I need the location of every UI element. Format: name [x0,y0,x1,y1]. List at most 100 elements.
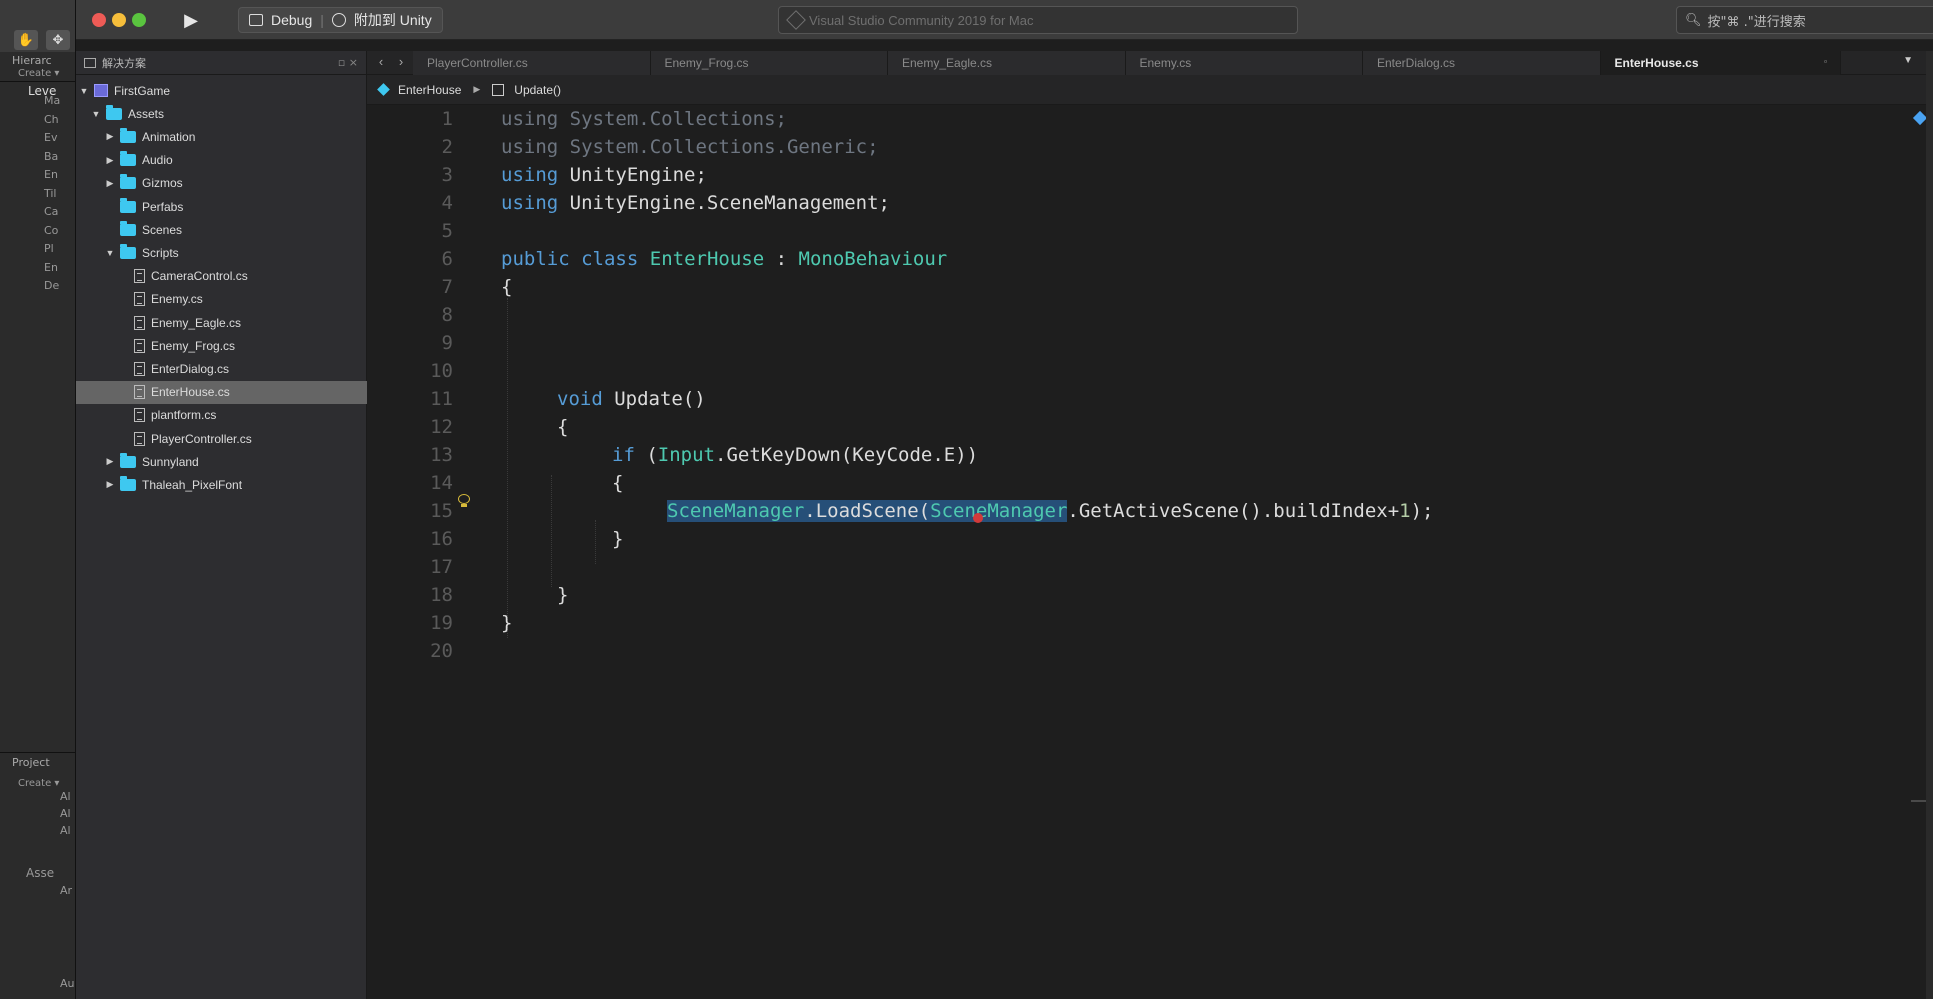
code-line-6: public class EnterHouse : MonoBehaviour [501,248,948,270]
tab-overflow-icon[interactable]: ▼ [1903,55,1913,66]
tree-item-firstgame[interactable]: ▼ FirstGame [76,79,367,102]
indent-guide [507,298,508,638]
hierarchy-item[interactable]: Ch [44,113,59,126]
window-maximize-button[interactable] [132,13,146,27]
hierarchy-item[interactable]: Co [44,224,58,237]
project-create-button[interactable]: Create ▾ [18,778,59,789]
collapsed-arrow-icon: ▶ [118,340,130,351]
tree-item-label: EnterHouse.cs [151,385,230,400]
collapsed-arrow-icon[interactable]: ▶ [104,178,116,189]
hierarchy-item[interactable]: Ba [44,150,58,163]
tree-item-folder[interactable]: ▶ Gizmos [76,172,367,195]
hierarchy-item[interactable]: De [44,279,59,292]
code-line-13: if (Input.GetKeyDown(KeyCode.E)) [612,444,979,466]
tab-close-icon[interactable]: ◦ [1824,56,1828,68]
tree-item-label: EnterDialog.cs [151,361,230,376]
collapsed-arrow-icon[interactable]: ▶ [104,155,116,166]
tab-enemy-cs[interactable]: Enemy.cs [1125,51,1363,75]
project-tab[interactable]: Project [12,756,50,769]
screen: ✋ ✥ Hierarc Create ▾ Leve Ma Ch Ev Ba En Til C… [0,0,1933,999]
expanded-arrow-icon[interactable]: ▼ [78,86,90,96]
hierarchy-item[interactable]: En [44,168,58,181]
collapsed-arrow-icon[interactable]: ▶ [104,131,116,142]
hierarchy-tab[interactable]: Hierarc [12,54,52,67]
solution-explorer: 解决方案 ▫ × ▼ FirstGame ▼ Assets ▶ Animation ▶ Aud… [76,51,367,999]
tab-enterdialog-cs[interactable]: EnterDialog.cs [1363,51,1601,75]
tree-item-script[interactable]: ▶ CameraControl.cs [76,265,367,288]
tree-item-folder[interactable]: ▶ Animation [76,125,367,148]
window-minimize-button[interactable] [112,13,126,27]
configuration-label[interactable]: Debug [271,12,312,28]
expanded-arrow-icon[interactable]: ▼ [90,109,102,119]
tree-item-folder[interactable]: ▶ Audio [76,149,367,172]
tab-enterhouse-cs[interactable]: EnterHouse.cs ◦ [1600,51,1841,75]
collapsed-arrow-icon[interactable]: ▶ [104,456,116,467]
csharp-file-icon [134,269,145,284]
status-bar: Visual Studio Community 2019 for Mac [778,6,1298,34]
panel-controls[interactable]: ▫ × [338,56,358,69]
hierarchy-item[interactable]: Ca [44,205,58,218]
tree-item-assets[interactable]: ▼ Assets [76,102,367,125]
nav-back-icon[interactable]: ‹ [373,54,389,69]
breadcrumb-method[interactable]: Update() [514,83,561,97]
collapsed-arrow-icon: ▶ [118,410,130,421]
window-close-button[interactable] [92,13,106,27]
hierarchy-item[interactable]: Pl [44,242,54,255]
expanded-arrow-icon[interactable]: ▼ [104,248,116,258]
favorite-search-item[interactable]: Al [60,807,71,820]
run-configuration-selector[interactable]: Debug | 附加到 Unity [238,7,443,33]
line-number: 17 [430,556,453,578]
tree-item-label: PlayerController.cs [151,431,252,446]
collapsed-arrow-icon[interactable]: ▶ [104,479,116,490]
nav-forward-icon[interactable]: › [393,54,409,69]
hierarchy-item[interactable]: En [44,261,58,274]
hierarchy-item[interactable]: Ma [44,94,60,107]
tree-item-folder[interactable]: ▶ Sunnyland [76,450,367,473]
code-editor[interactable]: 1 2 3 4 5 6 7 8 9 10 11 12 13 14 15 16 17 18 19 20 using Sy… [367,105,1933,999]
selection-highlight[interactable]: SceneManager.LoadScene(SceneManager [667,500,1068,522]
hierarchy-create-button[interactable]: Create ▾ [18,68,59,79]
indent-guide [595,520,596,564]
tab-enemy-frog-cs[interactable]: Enemy_Frog.cs [650,51,888,75]
hierarchy-item[interactable]: Til [44,187,57,200]
tab-enemy-eagle-cs[interactable]: Enemy_Eagle.cs [888,51,1126,75]
line-number: 19 [430,612,453,634]
collapsed-arrow-icon: ▶ [118,433,130,444]
tab-playercontroller-cs[interactable]: PlayerController.cs [413,51,651,75]
hierarchy-item[interactable]: Ev [44,131,57,144]
search-input[interactable]: 🔍︎ 按"⌘ ."进行搜索 [1676,6,1933,34]
favorite-search-item[interactable]: Al [60,824,71,837]
attach-target-label[interactable]: 附加到 Unity [354,10,432,30]
asset-folder-item[interactable]: Au [60,977,75,990]
tree-item-script[interactable]: ▶ plantform.cs [76,404,367,427]
tree-item-script[interactable]: ▶ EnterHouse.cs [76,380,367,404]
line-number: 15 [430,500,453,522]
collapsed-arrow-icon: ▶ [118,363,130,374]
tree-item-script[interactable]: ▶ Enemy.cs [76,288,367,311]
tree-item-script[interactable]: ▶ EnterDialog.cs [76,357,367,380]
tree-item-folder[interactable]: ▶ Scenes [76,218,367,241]
tree-item-script[interactable]: ▶ PlayerController.cs [76,427,367,450]
tree-item-folder[interactable]: ▼ Scripts [76,241,367,264]
tree-item-script[interactable]: ▶ Enemy_Frog.cs [76,334,367,357]
tree-item-label: Gizmos [142,176,183,191]
title-bar: ▶ Debug | 附加到 Unity Visual Studio Commun… [76,0,1933,40]
collapsed-arrow-icon: ▶ [104,224,116,235]
tree-item-folder[interactable]: ▶ Thaleah_PixelFont [76,473,367,496]
indent-guide [551,475,552,587]
vertical-scrollbar[interactable] [1926,51,1933,999]
assets-folder[interactable]: Asse [26,866,54,880]
code-line-7: { [501,276,513,298]
breadcrumb-class[interactable]: EnterHouse [398,83,461,97]
line-number: 2 [441,136,453,158]
move-tool-icon[interactable]: ✥ [46,30,70,50]
hand-tool-icon[interactable]: ✋ [14,30,38,50]
tree-item-script[interactable]: ▶ Enemy_Eagle.cs [76,311,367,334]
error-marker-icon[interactable] [973,513,983,523]
lightbulb-icon[interactable] [458,494,470,508]
tree-item-folder[interactable]: ▶ Perfabs [76,195,367,218]
run-button[interactable]: ▶ [176,8,206,32]
asset-folder-item[interactable]: Ar [60,884,72,897]
csharp-file-icon [134,408,145,423]
favorite-search-item[interactable]: Al [60,790,71,803]
